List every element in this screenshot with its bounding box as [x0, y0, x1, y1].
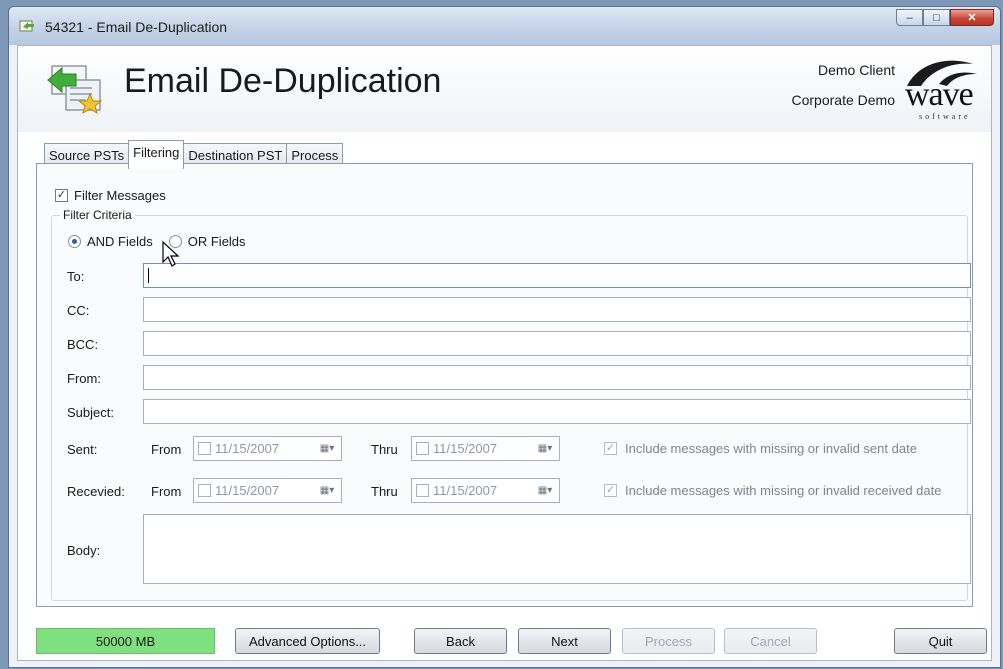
- sent-thru-label: Thru: [371, 442, 398, 457]
- title-bar[interactable]: 54321 - Email De-Duplication – □ ✕: [9, 7, 1000, 45]
- sent-thru-date-checkbox[interactable]: [416, 442, 429, 455]
- filter-messages-option[interactable]: ✓ Filter Messages: [55, 188, 166, 203]
- email-dedup-icon: [47, 65, 103, 115]
- sent-thru-date-value: 11/15/2007: [433, 441, 498, 456]
- sent-thru-date-picker[interactable]: 11/15/2007 ▦▾: [411, 436, 560, 461]
- window-controls: – □ ✕: [896, 9, 994, 26]
- filter-criteria-title: Filter Criteria: [60, 208, 135, 222]
- bcc-label: BCC:: [67, 337, 99, 352]
- to-label: To:: [67, 269, 85, 284]
- and-fields-radio[interactable]: [68, 235, 81, 248]
- client-subtitle: Corporate Demo: [791, 92, 896, 108]
- filtering-tab-page: ✓ Filter Messages Filter Criteria AND Fi…: [36, 163, 973, 607]
- filter-messages-checkbox[interactable]: ✓: [55, 189, 68, 202]
- logo-wordmark: wave: [905, 76, 974, 113]
- body-label: Body:: [67, 543, 101, 558]
- sent-from-date-picker[interactable]: 11/15/2007 ▦▾: [193, 436, 342, 461]
- body-field[interactable]: [143, 514, 971, 584]
- wave-logo: wave software: [899, 54, 981, 124]
- filter-messages-label: Filter Messages: [74, 188, 166, 203]
- received-thru-date-value: 11/15/2007: [433, 483, 498, 498]
- tab-strip: Source PSTs Filtering Destination PST Pr…: [44, 140, 344, 169]
- received-label: Recevied:: [67, 484, 125, 499]
- next-button[interactable]: Next: [518, 628, 611, 654]
- storage-status: 50000 MB: [36, 628, 215, 654]
- received-from-date-picker[interactable]: 11/15/2007 ▦▾: [193, 478, 342, 503]
- received-from-label: From: [151, 484, 182, 499]
- app-window: 54321 - Email De-Duplication – □ ✕ Email…: [8, 6, 1001, 668]
- window-title: 54321 - Email De-Duplication: [45, 19, 228, 35]
- received-include-label: Include messages with missing or invalid…: [625, 483, 942, 498]
- from-field[interactable]: [143, 365, 971, 390]
- mouse-pointer-icon: [162, 240, 180, 267]
- app-icon: [19, 20, 34, 32]
- maximize-icon[interactable]: □: [923, 9, 950, 26]
- header-banner: Email De-Duplication Demo Client Corpora…: [18, 46, 991, 132]
- tab-filtering[interactable]: Filtering: [128, 140, 185, 169]
- received-thru-date-picker[interactable]: 11/15/2007 ▦▾: [411, 478, 560, 503]
- client-name: Demo Client: [817, 62, 895, 78]
- minimize-icon[interactable]: –: [896, 9, 923, 26]
- page-title: Email De-Duplication: [124, 62, 442, 100]
- cc-label: CC:: [67, 303, 90, 318]
- calendar-dropdown-icon[interactable]: ▦▾: [531, 437, 559, 460]
- received-from-date-checkbox[interactable]: [198, 484, 211, 497]
- back-button[interactable]: Back: [414, 628, 507, 654]
- from-label: From:: [67, 371, 101, 386]
- calendar-dropdown-icon[interactable]: ▦▾: [313, 437, 341, 460]
- calendar-dropdown-icon[interactable]: ▦▾: [313, 479, 341, 502]
- advanced-options-button[interactable]: Advanced Options...: [235, 628, 380, 654]
- filter-criteria-group: Filter Criteria AND Fields OR Fields To:: [51, 208, 971, 601]
- subject-label: Subject:: [67, 405, 114, 420]
- sent-include-label: Include messages with missing or invalid…: [625, 441, 917, 456]
- to-field[interactable]: [143, 263, 971, 288]
- and-fields-option[interactable]: AND Fields: [68, 234, 153, 249]
- logo-subtext: software: [919, 112, 971, 121]
- calendar-dropdown-icon[interactable]: ▦▾: [531, 479, 559, 502]
- process-button: Process: [622, 628, 715, 654]
- bcc-field[interactable]: [143, 331, 971, 356]
- sent-from-date-value: 11/15/2007: [215, 441, 280, 456]
- or-fields-label: OR Fields: [187, 234, 246, 249]
- cancel-button: Cancel: [724, 628, 817, 654]
- cc-field[interactable]: [143, 297, 971, 322]
- received-include-option: ✓ Include messages with missing or inval…: [604, 483, 942, 498]
- and-fields-label: AND Fields: [87, 234, 153, 249]
- sent-include-option: ✓ Include messages with missing or inval…: [604, 441, 917, 456]
- text-caret: [148, 268, 149, 283]
- sent-from-label: From: [151, 442, 182, 457]
- received-thru-date-checkbox[interactable]: [416, 484, 429, 497]
- received-thru-label: Thru: [371, 484, 398, 499]
- subject-field[interactable]: [143, 399, 971, 424]
- sent-label: Sent:: [67, 442, 98, 457]
- close-icon[interactable]: ✕: [950, 9, 994, 26]
- received-from-date-value: 11/15/2007: [215, 483, 280, 498]
- received-include-checkbox: ✓: [604, 484, 617, 497]
- quit-button[interactable]: Quit: [894, 628, 987, 654]
- client-area: Email De-Duplication Demo Client Corpora…: [17, 45, 992, 661]
- sent-include-checkbox: ✓: [604, 442, 617, 455]
- sent-from-date-checkbox[interactable]: [198, 442, 211, 455]
